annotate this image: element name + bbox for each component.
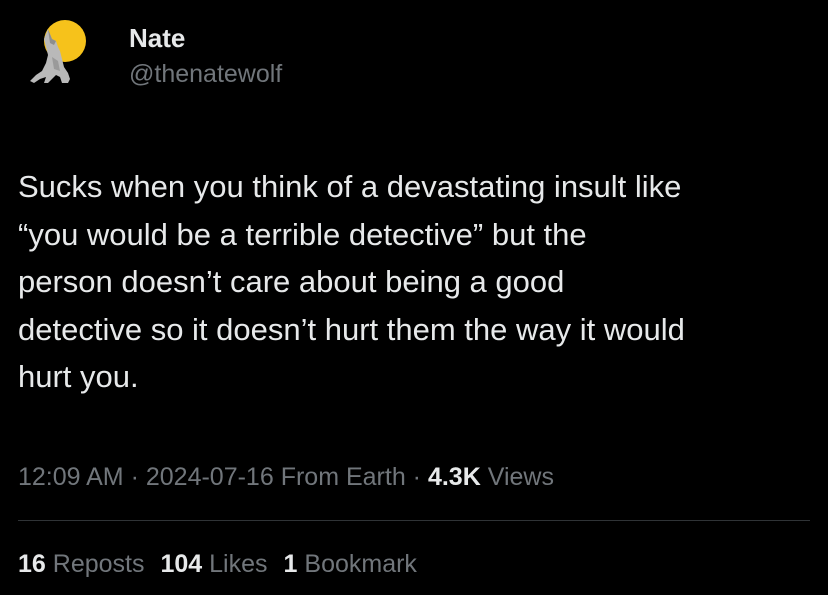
reposts-count: 16	[18, 550, 46, 578]
views-count: 4.3K	[427, 463, 481, 491]
engagement-stats: 16 Reposts 104 Likes 1 Bookmark	[18, 546, 433, 582]
howling-wolf-moon-icon	[18, 17, 95, 94]
tweet-header: Nate @thenatewolf	[18, 17, 282, 94]
reposts-stat[interactable]: 16 Reposts	[18, 546, 144, 582]
likes-label: Likes	[209, 550, 268, 578]
bookmarks-count: 1	[283, 550, 298, 578]
tweet-date[interactable]: 2024-07-16	[146, 463, 274, 491]
tweet-meta: 12:09 AM · 2024-07-16 From Earth · 4.3K …	[18, 459, 554, 495]
divider	[18, 520, 810, 521]
tweet-text: Sucks when you think of a devastating in…	[18, 169, 685, 394]
bookmarks-label: Bookmark	[304, 550, 417, 578]
tweet-time[interactable]: 12:09 AM	[18, 463, 124, 491]
avatar[interactable]	[18, 17, 95, 94]
meta-separator: ·	[123, 463, 146, 491]
likes-stat[interactable]: 104 Likes	[160, 546, 267, 582]
likes-count: 104	[160, 550, 203, 578]
user-handle[interactable]: @thenatewolf	[129, 58, 282, 90]
reposts-label: Reposts	[52, 550, 145, 578]
meta-separator: ·	[405, 463, 428, 491]
author-names: Nate @thenatewolf	[129, 22, 282, 90]
bookmarks-stat[interactable]: 1 Bookmark	[284, 546, 417, 582]
display-name[interactable]: Nate	[129, 22, 282, 54]
views-label: Views	[487, 463, 554, 491]
tweet-source: From Earth	[280, 463, 406, 491]
